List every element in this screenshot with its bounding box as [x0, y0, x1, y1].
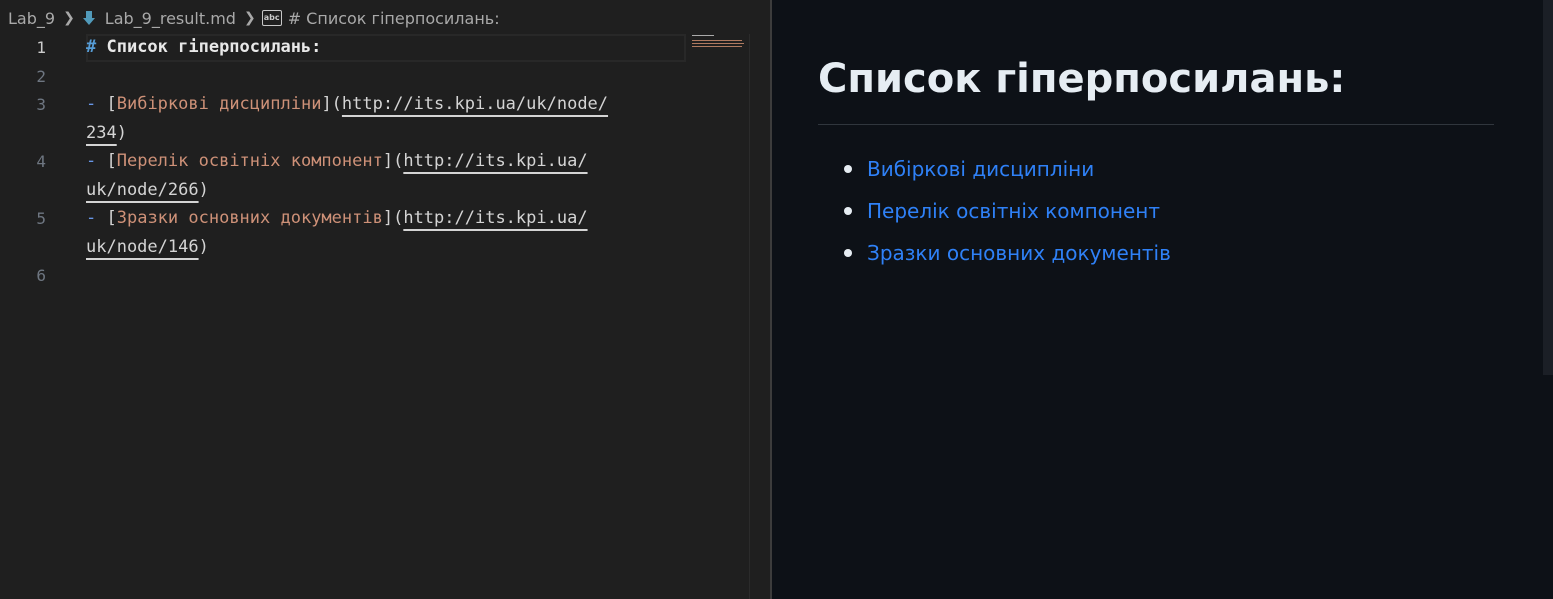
line-number: 6: [36, 266, 46, 285]
symbol-string-icon: abc: [261, 10, 282, 26]
list-item: Вибіркові дисципліни: [818, 152, 1171, 194]
minimap-line: [692, 40, 742, 41]
md-link-url[interactable]: http://its.kpi.ua/: [403, 151, 587, 171]
code-line-4[interactable]: - [Перелік освітніх компонент](http://it…: [86, 151, 588, 171]
md-link-url[interactable]: http://its.kpi.ua/: [403, 208, 587, 228]
preview-link-list: Вибіркові дисципліни Перелік освітніх ко…: [818, 152, 1171, 278]
code-line-5-wrap[interactable]: uk/node/146): [86, 237, 209, 257]
md-link-text: Зразки основних документів: [116, 208, 383, 228]
chevron-right-icon: ❯: [63, 10, 75, 26]
bullet-icon: [844, 207, 852, 215]
md-heading-marker: #: [86, 37, 97, 57]
md-bracket: [: [106, 94, 117, 114]
md-bullet: -: [86, 151, 107, 171]
md-bracket: ): [198, 237, 209, 257]
breadcrumb: Lab_9 ❯ Lab_9_result.md ❯ abc # Список г…: [0, 0, 770, 36]
preview-link[interactable]: Перелік освітніх компонент: [867, 199, 1160, 223]
editor-pane[interactable]: Lab_9 ❯ Lab_9_result.md ❯ abc # Список г…: [0, 0, 770, 599]
markdown-file-icon: [82, 11, 95, 25]
md-link-url[interactable]: http://its.kpi.ua/uk/node/: [342, 94, 608, 114]
md-heading-text: Список гіперпосилань:: [96, 37, 322, 57]
md-link-text: Перелік освітніх компонент: [116, 151, 383, 171]
md-bracket: ): [198, 180, 209, 200]
bullet-icon: [844, 165, 852, 173]
md-link-url[interactable]: 234: [86, 123, 117, 143]
chevron-right-icon: ❯: [243, 10, 256, 26]
breadcrumb-file[interactable]: Lab_9_result.md: [105, 9, 236, 28]
editor-scrollbar[interactable]: [749, 34, 750, 599]
line-number: 1: [36, 38, 46, 57]
line-number: 4: [36, 152, 46, 171]
line-number: 5: [36, 209, 46, 228]
heading-divider: [818, 124, 1494, 125]
code-line-4-wrap[interactable]: uk/node/266): [86, 180, 209, 200]
md-bracket: ): [116, 123, 127, 143]
bullet-icon: [844, 249, 852, 257]
md-bracket: ](: [382, 208, 404, 228]
minimap-line: [692, 43, 744, 44]
preview-heading: Список гіперпосилань:: [818, 56, 1346, 102]
minimap[interactable]: [690, 34, 750, 54]
markdown-preview-pane[interactable]: Список гіперпосилань: Вибіркові дисциплі…: [772, 0, 1553, 599]
line-number: 3: [36, 95, 46, 114]
breadcrumb-symbol[interactable]: # Список гіперпосилань:: [288, 9, 500, 28]
preview-link[interactable]: Зразки основних документів: [867, 241, 1171, 265]
breadcrumb-folder[interactable]: Lab_9: [8, 9, 55, 28]
line-number: 2: [36, 67, 46, 86]
md-bullet: -: [86, 208, 107, 228]
code-line-3-wrap[interactable]: 234): [86, 123, 127, 143]
preview-link[interactable]: Вибіркові дисципліни: [867, 157, 1094, 181]
code-line-5[interactable]: - [Зразки основних документів](http://it…: [86, 208, 588, 228]
md-bracket: ](: [382, 151, 404, 171]
md-link-url[interactable]: uk/node/146: [86, 237, 199, 257]
md-bullet: -: [86, 94, 107, 114]
preview-scrollbar[interactable]: [1543, 0, 1553, 375]
md-link-url[interactable]: uk/node/266: [86, 180, 199, 200]
md-bracket: [: [106, 208, 117, 228]
md-bracket: ](: [321, 94, 342, 114]
list-item: Перелік освітніх компонент: [818, 194, 1171, 236]
code-line-3[interactable]: - [Вибіркові дисципліни](http://its.kpi.…: [86, 94, 608, 114]
md-link-text: Вибіркові дисципліни: [116, 94, 322, 114]
minimap-line: [692, 35, 714, 36]
code-line-1[interactable]: # Список гіперпосилань:: [86, 37, 321, 57]
md-bracket: [: [106, 151, 117, 171]
list-item: Зразки основних документів: [818, 236, 1171, 278]
minimap-line: [692, 46, 742, 47]
